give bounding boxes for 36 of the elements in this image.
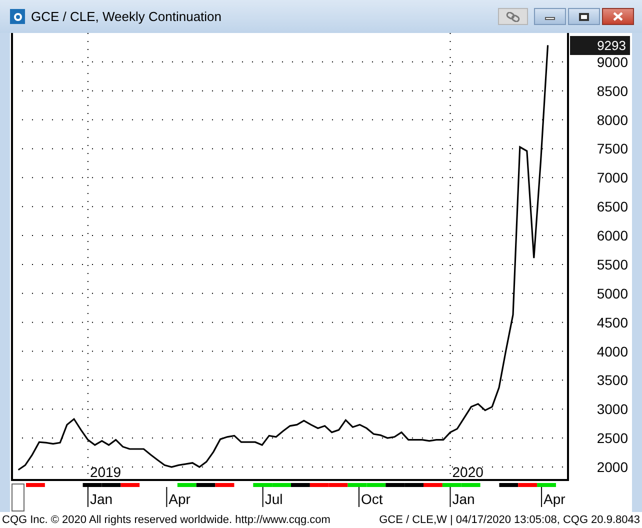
scroll-handle[interactable] (12, 484, 24, 512)
year-label: 2020 (452, 464, 484, 480)
y-axis-label: 3000 (596, 401, 628, 418)
close-icon (613, 12, 623, 21)
last-price-tag (570, 36, 630, 55)
minimize-button[interactable] (534, 8, 566, 25)
maximize-button[interactable] (568, 8, 600, 25)
y-axis-label: 8500 (596, 82, 628, 99)
x-axis-label: Apr (168, 491, 190, 507)
last-price: 9293 (597, 38, 626, 53)
y-axis-label: 2500 (596, 430, 628, 446)
link-icon (506, 12, 520, 22)
x-axis-label: Jul (264, 491, 283, 507)
y-axis-label: 6500 (596, 198, 628, 215)
y-axis-label: 7000 (596, 170, 628, 186)
app-icon (10, 9, 25, 24)
x-axis-label: Oct (360, 491, 383, 507)
chart-info-text: GCE / CLE,W | 04/17/2020 13:05:08, CQG 20.9.8043 (379, 512, 640, 528)
x-axis-label: Jan (90, 491, 113, 507)
close-button[interactable] (602, 8, 634, 25)
y-axis-label: 6000 (596, 228, 628, 244)
copyright-text: CQG Inc. © 2020 All rights reserved worldwide. http://www.cqg.com (2, 512, 330, 528)
link-button[interactable] (498, 8, 528, 25)
y-axis-label: 8000 (596, 112, 628, 128)
window-title: GCE / CLE, Weekly Continuation (31, 8, 222, 26)
y-axis-label: 2000 (596, 458, 628, 475)
x-axis-label: Jan (452, 491, 475, 507)
y-axis-label: 3500 (596, 372, 628, 388)
y-axis-label: 7500 (596, 140, 628, 157)
y-axis-label: 4500 (596, 314, 628, 330)
y-axis-label: 5000 (596, 285, 628, 302)
x-axis-label: Apr (544, 491, 566, 507)
y-axis-label: 4000 (596, 343, 628, 360)
y-axis-label: 5500 (596, 256, 628, 272)
year-label: 2019 (90, 464, 122, 480)
y-axis-label: 9000 (596, 54, 628, 70)
